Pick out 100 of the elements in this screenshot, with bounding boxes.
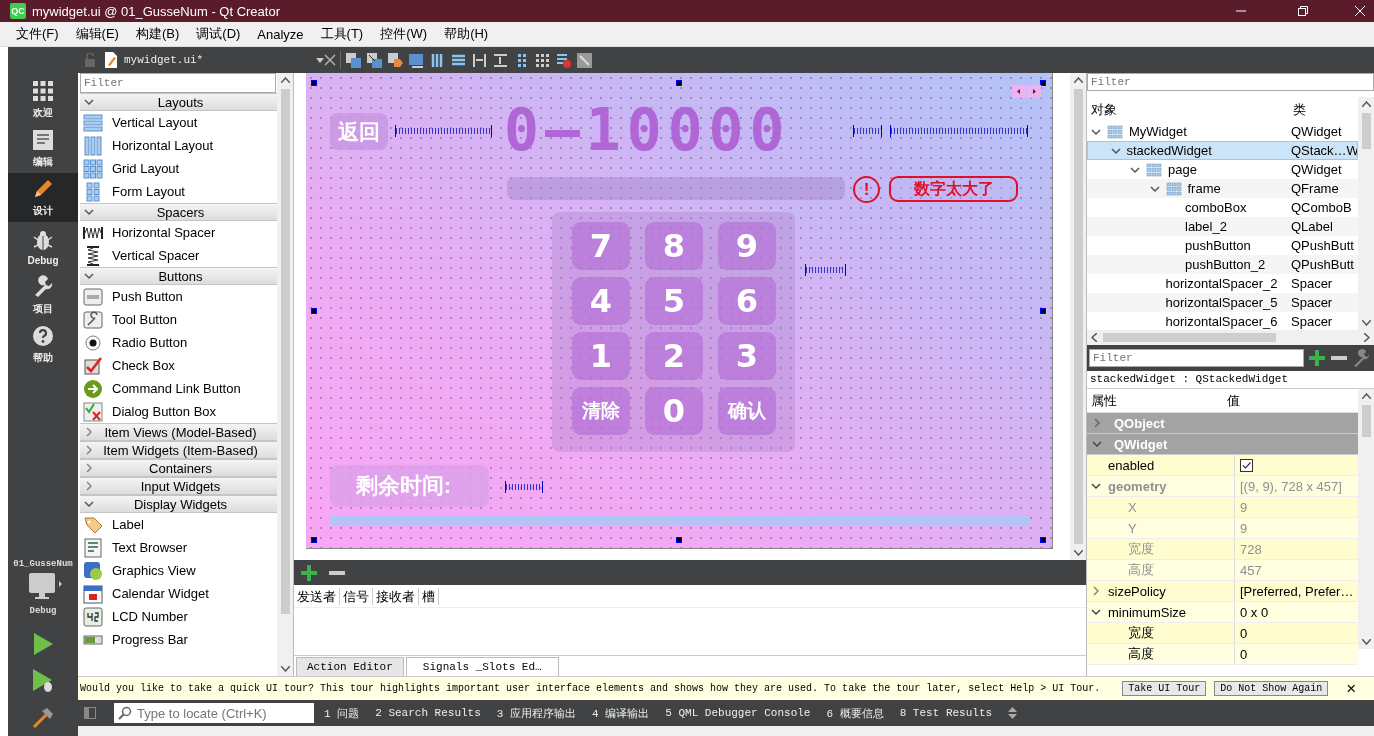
- selection-handle[interactable]: [676, 80, 682, 86]
- mode-button[interactable]: 帮助: [8, 320, 78, 369]
- tree-row[interactable]: label_2 QLabel: [1087, 217, 1358, 236]
- column-header[interactable]: 接收者: [373, 587, 419, 605]
- up-down-icon[interactable]: [1008, 707, 1018, 719]
- arrow-left-icon[interactable]: [1012, 85, 1026, 98]
- widget-item[interactable]: Graphics View: [78, 559, 277, 582]
- tree-row[interactable]: comboBox QComboB: [1087, 198, 1358, 217]
- widget-item[interactable]: Command Link Button: [78, 377, 277, 400]
- widget-item[interactable]: Horizontal Spacer: [78, 221, 277, 244]
- output-pane-tab[interactable]: 3 应用程序输出: [496, 705, 577, 721]
- selection-handle[interactable]: [676, 537, 682, 543]
- output-pane-tab[interactable]: 2 Search Results: [375, 707, 481, 719]
- chevron-down-icon[interactable]: [1110, 145, 1121, 156]
- selection-handle[interactable]: [311, 308, 317, 314]
- chevron-down-icon[interactable]: [1091, 607, 1101, 617]
- filter-field[interactable]: Filter: [1087, 73, 1374, 91]
- output-pane-tab[interactable]: 1 问题: [324, 705, 360, 721]
- hammer-icon[interactable]: [31, 706, 55, 730]
- tour-button[interactable]: Do Not Show Again: [1214, 681, 1329, 696]
- chevron-right-icon[interactable]: [84, 481, 94, 491]
- widget-item[interactable]: Grid Layout: [78, 157, 277, 180]
- output-pane-tab[interactable]: 8 Test Results: [899, 707, 993, 719]
- chevron-down-icon[interactable]: [84, 499, 94, 509]
- tree-row[interactable]: stackedWidget QStack…W: [1087, 141, 1358, 160]
- grid-icon[interactable]: [534, 51, 551, 69]
- menu-item[interactable]: 构建(B): [135, 25, 180, 43]
- sidebar-toggle-icon[interactable]: [84, 707, 96, 719]
- widget-item[interactable]: LCD Number: [78, 605, 277, 628]
- menu-item[interactable]: 帮助(H): [444, 25, 489, 43]
- chevron-down-icon[interactable]: [84, 97, 94, 107]
- chevron-down-icon[interactable]: [84, 271, 94, 281]
- split-rows-icon[interactable]: [492, 51, 509, 69]
- resize-icon[interactable]: [576, 51, 593, 69]
- menu-item[interactable]: 控件(W): [380, 25, 428, 43]
- chevron-down-icon[interactable]: [1149, 183, 1160, 194]
- kit-selector-button[interactable]: Debug: [8, 572, 78, 626]
- editor-tab[interactable]: Signals _Slots Ed…: [405, 657, 559, 676]
- scrollbar-thumb[interactable]: [1361, 113, 1371, 150]
- chevron-down-icon[interactable]: [1091, 126, 1101, 137]
- widget-item[interactable]: Vertical Spacer: [78, 244, 277, 267]
- property-value[interactable]: 0: [1235, 646, 1248, 662]
- horizontal-spacer[interactable]: [505, 481, 543, 493]
- close-button[interactable]: ×: [1346, 678, 1357, 699]
- category-header[interactable]: Buttons: [80, 267, 277, 285]
- widget-item[interactable]: Calendar Widget: [78, 582, 277, 605]
- tag-window-icon[interactable]: [387, 51, 404, 69]
- filter-field[interactable]: Filter: [80, 73, 276, 93]
- menu-item[interactable]: 调试(D): [196, 25, 241, 43]
- maximize-icon[interactable]: [1298, 6, 1308, 16]
- category-header[interactable]: Item Views (Model-Based): [80, 423, 277, 441]
- column-header[interactable]: 属性: [1087, 391, 1223, 410]
- vertical-scrollbar[interactable]: [277, 73, 293, 676]
- tree-row[interactable]: pushButton_2 QPushButt: [1087, 255, 1358, 274]
- chevron-right-icon[interactable]: [1091, 586, 1101, 596]
- run-icon[interactable]: [32, 632, 54, 656]
- file-selector[interactable]: mywidget.ui*: [104, 51, 324, 69]
- add-icon[interactable]: [1308, 349, 1326, 367]
- chevron-right-icon[interactable]: [84, 427, 94, 437]
- widget-item[interactable]: Progress Bar: [78, 628, 277, 651]
- widget-item[interactable]: Tool Button: [78, 308, 277, 331]
- vertical-scrollbar[interactable]: [1358, 97, 1374, 330]
- tree-row[interactable]: pushButton QPushButt: [1087, 236, 1358, 255]
- mode-button[interactable]: 编辑: [8, 124, 78, 173]
- menu-item[interactable]: 文件(F): [16, 25, 59, 43]
- horizontal-spacer[interactable]: [805, 264, 846, 276]
- scrollbar-thumb[interactable]: [1361, 405, 1371, 437]
- selection-handle[interactable]: [1040, 80, 1046, 86]
- category-header[interactable]: Layouts: [80, 93, 277, 111]
- widget-item[interactable]: Horizontal Layout: [78, 134, 277, 157]
- arrow-right-icon[interactable]: [1027, 85, 1041, 98]
- selection-handle[interactable]: [311, 80, 317, 86]
- chevron-right-icon[interactable]: [84, 445, 94, 455]
- tree-row[interactable]: horizontalSpacer_2 Spacer: [1087, 274, 1358, 293]
- widget-item[interactable]: Dialog Button Box: [78, 400, 277, 423]
- add-icon[interactable]: [300, 563, 318, 582]
- widget-item[interactable]: Vertical Layout: [78, 111, 277, 134]
- selection-handle[interactable]: [1040, 308, 1046, 314]
- chevron-right-icon[interactable]: [84, 463, 94, 473]
- tree-row[interactable]: horizontalSpacer_5 Spacer: [1087, 293, 1358, 312]
- menu-item[interactable]: Analyze: [257, 26, 304, 42]
- horizontal-spacer[interactable]: [853, 125, 882, 137]
- tree-row[interactable]: horizontalSpacer_6 Spacer: [1087, 312, 1358, 330]
- category-header[interactable]: Input Widgets: [80, 477, 277, 495]
- widget-item[interactable]: Form Layout: [78, 180, 277, 203]
- chevron-down-icon[interactable]: [1130, 164, 1140, 175]
- chevron-down-icon[interactable]: [84, 207, 94, 217]
- column-header[interactable]: 值: [1222, 391, 1358, 410]
- horizontal-scrollbar[interactable]: [1087, 330, 1374, 345]
- tree-row[interactable]: page QWidget: [1087, 160, 1358, 179]
- mode-button[interactable]: Debug: [8, 222, 78, 271]
- editor-tab[interactable]: Action Editor: [296, 657, 404, 676]
- widget-item[interactable]: Label: [78, 513, 277, 536]
- checkbox-checked[interactable]: [1240, 458, 1253, 472]
- widget-item[interactable]: Check Box: [78, 354, 277, 377]
- widget-item[interactable]: Text Browser: [78, 536, 277, 559]
- output-pane-tab[interactable]: 4 编译输出: [592, 705, 650, 721]
- wrench-icon[interactable]: [1352, 349, 1370, 367]
- menu-item[interactable]: 编辑(E): [75, 25, 119, 43]
- selection-handle[interactable]: [1040, 537, 1046, 543]
